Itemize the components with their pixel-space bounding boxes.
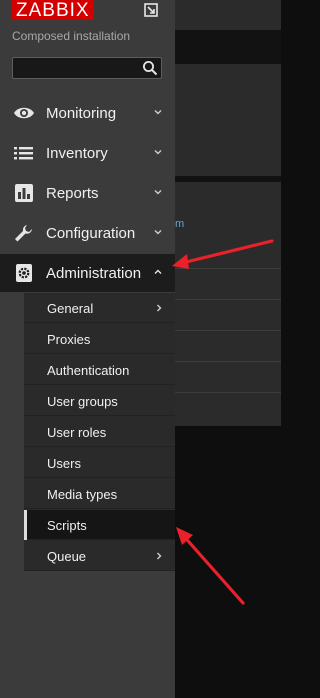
submenu-label: Scripts [47,518,87,533]
submenu-item-users[interactable]: Users [24,448,175,478]
submenu-label: Media types [47,487,118,502]
submenu-label: Users [47,456,81,471]
search-icon[interactable] [142,60,158,76]
chevron-down-icon [154,190,162,195]
submenu-item-scripts[interactable]: Scripts [24,510,175,540]
bar-chart-icon [15,184,33,202]
submenu-item-media-types[interactable]: Media types [24,479,175,509]
submenu-label: Queue [47,549,87,564]
submenu-item-authentication[interactable]: Authentication [24,355,175,385]
eye-icon [14,107,34,119]
menu-label: Configuration [46,225,136,242]
submenu-label: Authentication [47,363,130,378]
chevron-down-icon [154,110,162,115]
page-header [175,0,281,30]
arrow-to-scripts [176,527,245,605]
sidebar: ZABBIX Composed installation Monitoring [0,0,175,698]
menu-label: Reports [46,185,99,202]
submenu-label: General [47,301,94,316]
submenu-item-user-groups[interactable]: User groups [24,386,175,416]
chevron-down-icon [154,230,162,235]
filter-panel [175,64,281,176]
chevron-down-icon [154,150,162,155]
search-input[interactable] [13,58,153,78]
collapse-icon [144,3,158,17]
menu-item-reports[interactable]: Reports [0,174,175,212]
menu-label: Administration [46,265,142,282]
menu-item-monitoring[interactable]: Monitoring [0,94,175,132]
submenu-item-general[interactable]: General [24,293,175,323]
gear-icon [16,264,32,282]
chevron-up-icon [154,269,162,274]
wrench-icon [15,225,32,242]
chevron-right-icon [157,304,162,312]
submenu-item-queue[interactable]: Queue [24,541,175,571]
list-icon [14,147,33,160]
submenu-label: Proxies [47,332,91,347]
collapse-sidebar-button[interactable] [144,3,158,17]
menu-item-inventory[interactable]: Inventory [0,134,175,172]
menu-label: Inventory [46,145,108,162]
server-name: Composed installation [12,29,131,43]
submenu-item-proxies[interactable]: Proxies [24,324,175,354]
search-box [12,57,162,79]
menu-label: Monitoring [46,105,117,122]
table-link-fragment[interactable]: m [175,218,185,230]
zabbix-logo[interactable]: ZABBIX [12,0,94,21]
chevron-right-icon [157,552,162,560]
submenu-label: User groups [47,394,118,409]
submenu-item-user-roles[interactable]: User roles [24,417,175,447]
submenu-label: User roles [47,425,107,440]
page-toolbar [175,30,281,64]
menu-item-administration[interactable]: Administration [0,254,175,292]
menu-item-configuration[interactable]: Configuration [0,214,175,252]
scripts-table [175,182,281,426]
administration-submenu: General Proxies Authentication User grou… [24,293,175,571]
